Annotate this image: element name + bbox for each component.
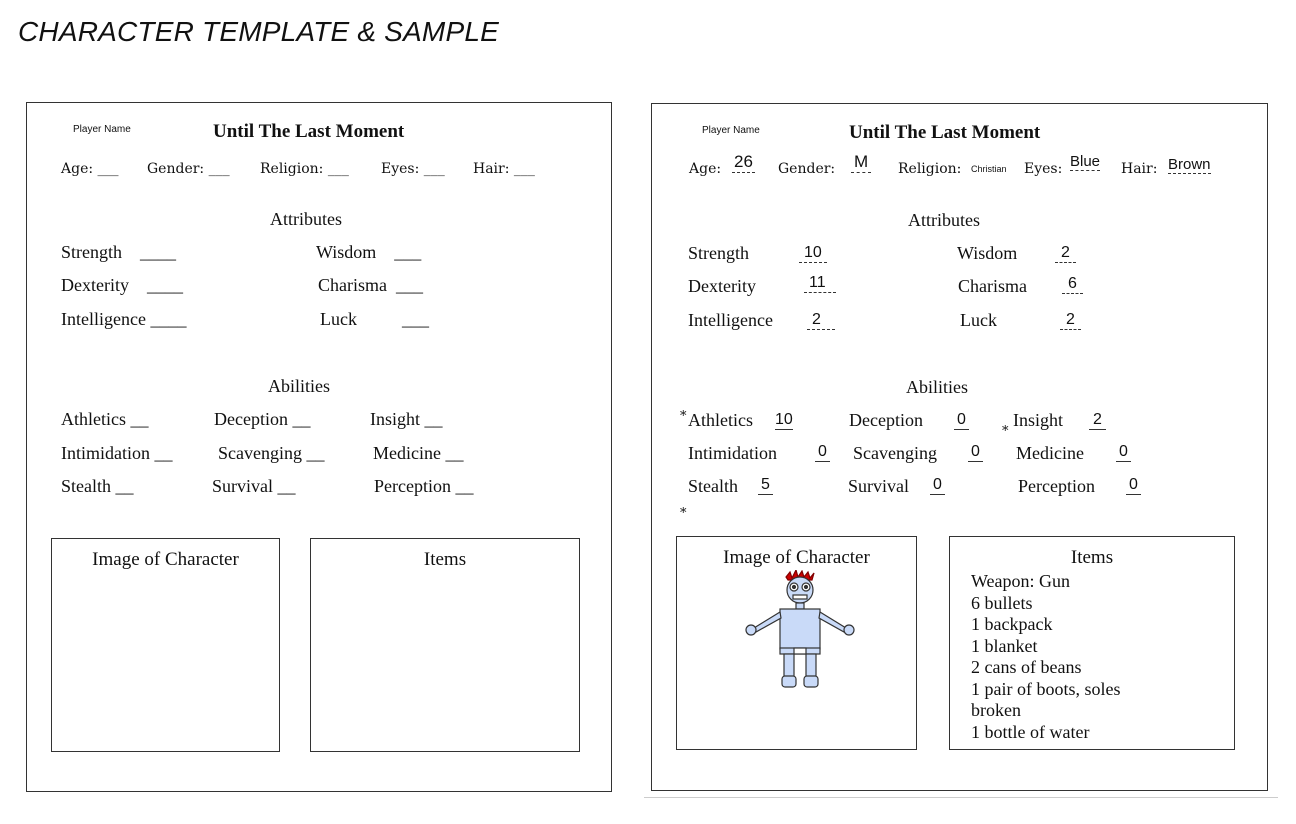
stealth-field: Stealth __ [61, 476, 134, 496]
intimidation-field: Intimidation __ [61, 443, 173, 463]
survival-label: Survival [848, 476, 909, 496]
starred-marker: * [680, 409, 687, 424]
medicine-field: Medicine __ [373, 443, 464, 463]
deception-field: Deception __ [214, 409, 311, 429]
deception-value: 0 [954, 411, 969, 430]
medicine-label: Medicine [1016, 443, 1084, 463]
robot-character-drawing [745, 570, 855, 688]
intelligence-label: Intelligence [688, 310, 773, 330]
age-label: Age: [689, 161, 722, 177]
stealth-label: Stealth [688, 476, 738, 496]
starred-marker: * [680, 506, 687, 521]
insight-value: 2 [1089, 411, 1106, 430]
items-box: Items Weapon: Gun 6 bullets 1 backpack 1… [949, 536, 1235, 750]
religion-value: Christian [971, 164, 1007, 174]
perception-value: 0 [1126, 476, 1141, 495]
attributes-heading: Attributes [270, 209, 342, 229]
charisma-label: Charisma [958, 276, 1027, 296]
athletics-field: Athletics __ [61, 409, 149, 429]
survival-value: 0 [930, 476, 945, 495]
eyes-value: Blue [1070, 153, 1101, 171]
player-name-label: Player Name [73, 124, 131, 135]
character-sample-sheet: Player Name Until The Last Moment Age: 2… [651, 103, 1268, 791]
gender-value: M [851, 152, 872, 173]
character-template-sheet: Player Name Until The Last Moment Age: _… [26, 102, 612, 792]
dexterity-label: Dexterity [688, 276, 756, 296]
luck-label: Luck [960, 310, 997, 330]
dexterity-value: 11 [804, 274, 836, 293]
image-of-character-box: Image of Character [676, 536, 917, 750]
item-entry: 2 cans of beans [971, 657, 1082, 677]
sheet-title: Until The Last Moment [213, 121, 405, 142]
deception-label: Deception [849, 410, 923, 430]
athletics-label: Athletics [688, 410, 753, 430]
charisma-field: Charisma ___ [318, 275, 423, 295]
item-entry: 1 blanket [971, 635, 1038, 656]
item-entry: 6 bullets [971, 592, 1033, 613]
athletics-value: 10 [775, 411, 793, 430]
religion-label: Religion: [898, 161, 962, 177]
perception-label: Perception [1018, 476, 1095, 496]
survival-field: Survival __ [212, 476, 296, 496]
wisdom-label: Wisdom [957, 243, 1018, 263]
scavenging-value: 0 [968, 443, 983, 462]
sheet-title: Until The Last Moment [849, 122, 1041, 143]
strength-label: Strength [688, 243, 749, 263]
luck-field: Luck ___ [320, 309, 429, 329]
items-box: Items [310, 538, 580, 752]
luck-value: 2 [1060, 311, 1081, 330]
age-value: 26 [732, 152, 755, 173]
items-list: Weapon: Gun 6 bullets 1 backpack 1 blank… [971, 571, 1120, 743]
perception-field: Perception __ [374, 476, 474, 496]
player-name-label: Player Name [702, 125, 760, 136]
strength-field: Strength ____ [61, 242, 176, 262]
item-entry: 1 pair of boots, soles [971, 678, 1121, 699]
robot-body [779, 608, 821, 650]
eyes-field: Eyes: ___ [381, 161, 445, 177]
medicine-value: 0 [1116, 443, 1131, 462]
insight-field: Insight __ [370, 409, 443, 429]
charisma-value: 6 [1062, 275, 1083, 294]
item-entry: 1 bottle of water [971, 721, 1090, 742]
items-box-title: Items [423, 549, 467, 570]
eyes-label: Eyes: [1024, 161, 1063, 177]
strength-value: 10 [799, 244, 827, 263]
intelligence-value: 2 [807, 311, 835, 330]
scavenging-label: Scavenging [853, 443, 937, 463]
intimidation-label: Intimidation [688, 443, 777, 463]
page-heading: CHARACTER TEMPLATE & SAMPLE [18, 16, 499, 47]
abilities-heading: Abilities [268, 376, 330, 396]
item-entry: broken [971, 700, 1021, 720]
image-box-title: Image of Character [723, 547, 870, 568]
age-field: Age: ___ [61, 161, 119, 177]
image-box-title: Image of Character [92, 549, 239, 570]
dexterity-field: Dexterity ____ [61, 275, 183, 295]
intelligence-field: Intelligence ____ [61, 309, 187, 329]
wisdom-value: 2 [1055, 244, 1076, 263]
insight-label: Insight [1013, 410, 1064, 430]
item-entry: Weapon: Gun [971, 571, 1071, 591]
scavenging-field: Scavenging __ [218, 443, 325, 463]
hair-value: Brown [1168, 156, 1211, 174]
wisdom-field: Wisdom ___ [316, 242, 422, 262]
gender-field: Gender: ___ [147, 161, 230, 177]
intimidation-value: 0 [815, 443, 830, 462]
attributes-heading: Attributes [908, 210, 980, 230]
religion-field: Religion: ___ [260, 161, 349, 177]
hair-field: Hair: ___ [473, 161, 535, 177]
image-of-character-box: Image of Character [51, 538, 280, 752]
abilities-heading: Abilities [906, 377, 968, 397]
divider-line [644, 797, 1278, 798]
hair-label: Hair: [1121, 161, 1158, 177]
gender-label: Gender: [778, 161, 836, 177]
stealth-value: 5 [758, 476, 773, 495]
item-entry: 1 backpack [971, 614, 1053, 634]
items-box-title: Items [1070, 547, 1114, 568]
